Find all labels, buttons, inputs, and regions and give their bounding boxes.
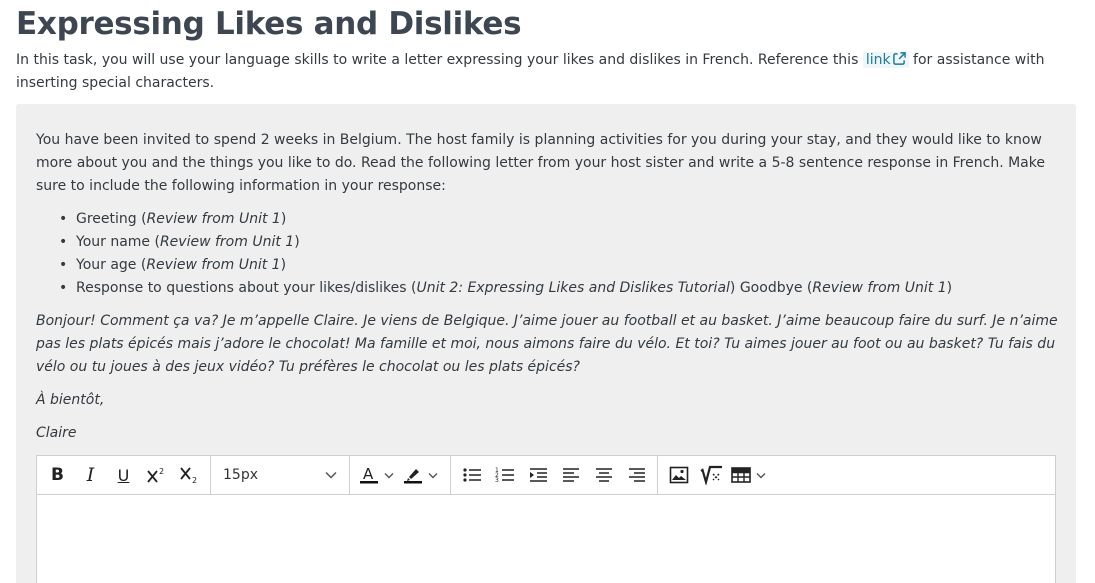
square-root-icon <box>699 465 722 485</box>
italic-button[interactable]: I <box>74 460 107 490</box>
superscript-icon: 2 <box>146 467 164 483</box>
bold-button[interactable]: B <box>41 460 74 490</box>
table-swatch <box>728 460 754 490</box>
host-letter: Bonjour! Comment ça va? Je m’appelle Cla… <box>36 313 1058 375</box>
align-center-icon <box>595 468 612 482</box>
highlighter-icon <box>404 469 422 484</box>
chevron-down-icon <box>754 472 768 479</box>
chevron-down-icon <box>382 472 396 479</box>
list-item: Greeting (Review from Unit 1) <box>59 208 1061 231</box>
font-size-select[interactable]: 15px <box>215 460 345 490</box>
numbered-list-icon: 123 <box>495 467 514 484</box>
indent-icon <box>529 468 547 482</box>
subscript-icon: 2 <box>179 467 197 484</box>
align-left-icon <box>562 468 579 482</box>
list-item: Your name (Review from Unit 1) <box>59 231 1061 254</box>
external-link-icon <box>892 52 906 65</box>
align-right-icon <box>628 468 645 482</box>
bulleted-list-button[interactable] <box>455 460 488 490</box>
bulleted-list-icon <box>462 468 481 482</box>
text-color-swatch: A <box>356 460 382 490</box>
color-group: A <box>350 456 451 494</box>
svg-text:3: 3 <box>495 477 499 484</box>
letter-signature: Claire <box>36 425 77 441</box>
task-panel: You have been invited to spend 2 weeks i… <box>16 104 1076 583</box>
insert-math-button[interactable] <box>695 460 728 490</box>
svg-text:A: A <box>363 465 374 483</box>
response-text-area[interactable] <box>37 496 1055 583</box>
insert-image-button[interactable] <box>662 460 695 490</box>
letter-signoff: À bientôt, <box>36 392 105 408</box>
list-item: Your age (Review from Unit 1) <box>59 254 1061 277</box>
superscript-button[interactable]: 2 <box>140 460 173 490</box>
svg-text:2: 2 <box>192 476 197 484</box>
align-right-button[interactable] <box>620 460 653 490</box>
insert-group <box>658 456 776 494</box>
highlight-color-button[interactable] <box>400 460 440 490</box>
text-color-button[interactable]: A <box>356 460 396 490</box>
font-size-group: 15px <box>211 456 350 494</box>
underline-button[interactable]: U <box>107 460 140 490</box>
editor-toolbar: B I U 2 2 15px A 1 2 3 <box>37 456 1055 495</box>
align-left-button[interactable] <box>554 460 587 490</box>
chevron-down-icon <box>325 471 337 479</box>
svg-text:2: 2 <box>159 467 164 476</box>
instructions-text: You have been invited to spend 2 weeks i… <box>36 132 1045 194</box>
rich-text-editor: B I U 2 2 15px A 1 2 3 <box>36 455 1056 583</box>
chevron-down-icon <box>426 472 440 479</box>
requirements-list: Greeting (Review from Unit 1) Your name … <box>59 208 1061 300</box>
numbered-list-button[interactable]: 123 <box>488 460 521 490</box>
intro-text: In this task, you will use your language… <box>16 49 1076 95</box>
link-label: link <box>865 52 891 68</box>
align-center-button[interactable] <box>587 460 620 490</box>
paragraph-group: 123 <box>451 456 658 494</box>
task-prompt: You have been invited to spend 2 weeks i… <box>36 129 1061 445</box>
format-group: B I U 2 2 <box>37 456 211 494</box>
highlight-swatch <box>400 460 426 490</box>
image-icon <box>669 466 688 484</box>
page-title: Expressing Likes and Dislikes <box>16 6 522 42</box>
subscript-button[interactable]: 2 <box>173 460 206 490</box>
font-size-value: 15px <box>223 467 258 483</box>
indent-button[interactable] <box>521 460 554 490</box>
intro-before-link: In this task, you will use your language… <box>16 52 859 68</box>
list-item: Response to questions about your likes/d… <box>59 277 1061 300</box>
insert-table-button[interactable] <box>728 460 768 490</box>
special-characters-link[interactable]: link <box>862 52 909 68</box>
text-color-icon: A <box>360 465 378 484</box>
table-icon <box>731 467 751 483</box>
